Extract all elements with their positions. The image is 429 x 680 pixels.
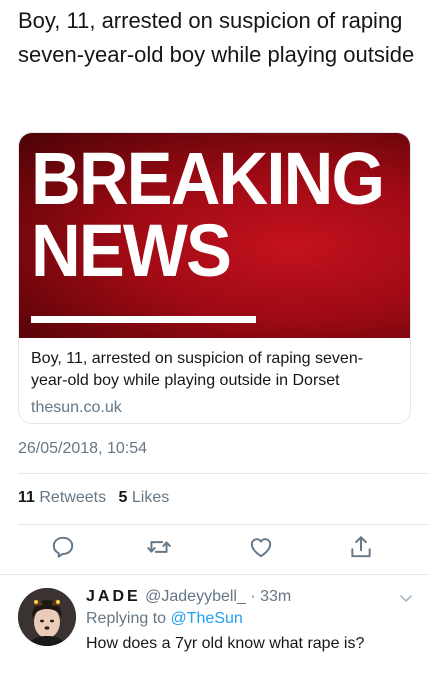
reply-header: JADE @Jadeyybell_ · 33m — [86, 586, 291, 608]
tweet-detail-page: Boy, 11, arrested on suspicion of raping… — [0, 0, 429, 680]
replying-to-mention[interactable]: @TheSun — [171, 610, 243, 627]
tweet-stats: 11 Retweets 5 Likes — [18, 489, 169, 507]
tweet-timestamp: 26/05/2018, 10:54 — [18, 440, 148, 457]
tweet-text: Boy, 11, arrested on suspicion of raping… — [18, 8, 415, 67]
retweet-icon — [147, 541, 171, 553]
reply-icon — [52, 536, 74, 558]
divider — [18, 473, 429, 474]
share-button[interactable] — [348, 534, 380, 566]
retweets-count[interactable]: 11 — [18, 489, 35, 506]
reply-author-name[interactable]: JADE — [86, 588, 141, 605]
card-image-line-1: BREAKING — [31, 137, 385, 220]
share-icon — [351, 536, 371, 558]
like-button[interactable] — [248, 534, 280, 566]
reply-author-handle[interactable]: @Jadeyybell_ — [145, 588, 246, 605]
card-domain: thesun.co.uk — [31, 399, 122, 416]
tweet-actions — [50, 534, 380, 566]
replying-to: Replying to @TheSun — [86, 610, 243, 628]
card-image-headline: BREAKING NEWS — [31, 137, 385, 292]
divider — [18, 524, 429, 525]
reply-menu-button[interactable] — [398, 590, 414, 606]
reply-button[interactable] — [50, 534, 82, 566]
reply-time[interactable]: 33m — [260, 588, 291, 605]
card-image-underline — [31, 316, 256, 323]
link-card[interactable]: BREAKING NEWS Boy, 11, arrested on suspi… — [18, 132, 411, 424]
likes-count[interactable]: 5 — [119, 489, 128, 506]
avatar-image — [18, 588, 76, 646]
card-body: Boy, 11, arrested on suspicion of raping… — [19, 338, 410, 418]
reply-text: How does a 7yr old know what rape is? — [86, 635, 365, 652]
chevron-down-icon — [400, 595, 412, 602]
avatar[interactable] — [18, 588, 76, 646]
retweet-button[interactable] — [146, 534, 178, 566]
replying-to-label: Replying to — [86, 610, 167, 627]
like-icon — [250, 538, 272, 558]
card-image: BREAKING NEWS — [19, 133, 410, 338]
likes-label[interactable]: Likes — [132, 489, 169, 506]
card-title: Boy, 11, arrested on suspicion of raping… — [31, 350, 364, 389]
reply-tweet[interactable]: JADE @Jadeyybell_ · 33m Replying to @The… — [0, 576, 429, 680]
card-image-line-2: NEWS — [31, 209, 232, 292]
reply-separator: · — [250, 588, 256, 605]
retweets-label[interactable]: Retweets — [39, 489, 106, 506]
divider — [0, 574, 429, 575]
